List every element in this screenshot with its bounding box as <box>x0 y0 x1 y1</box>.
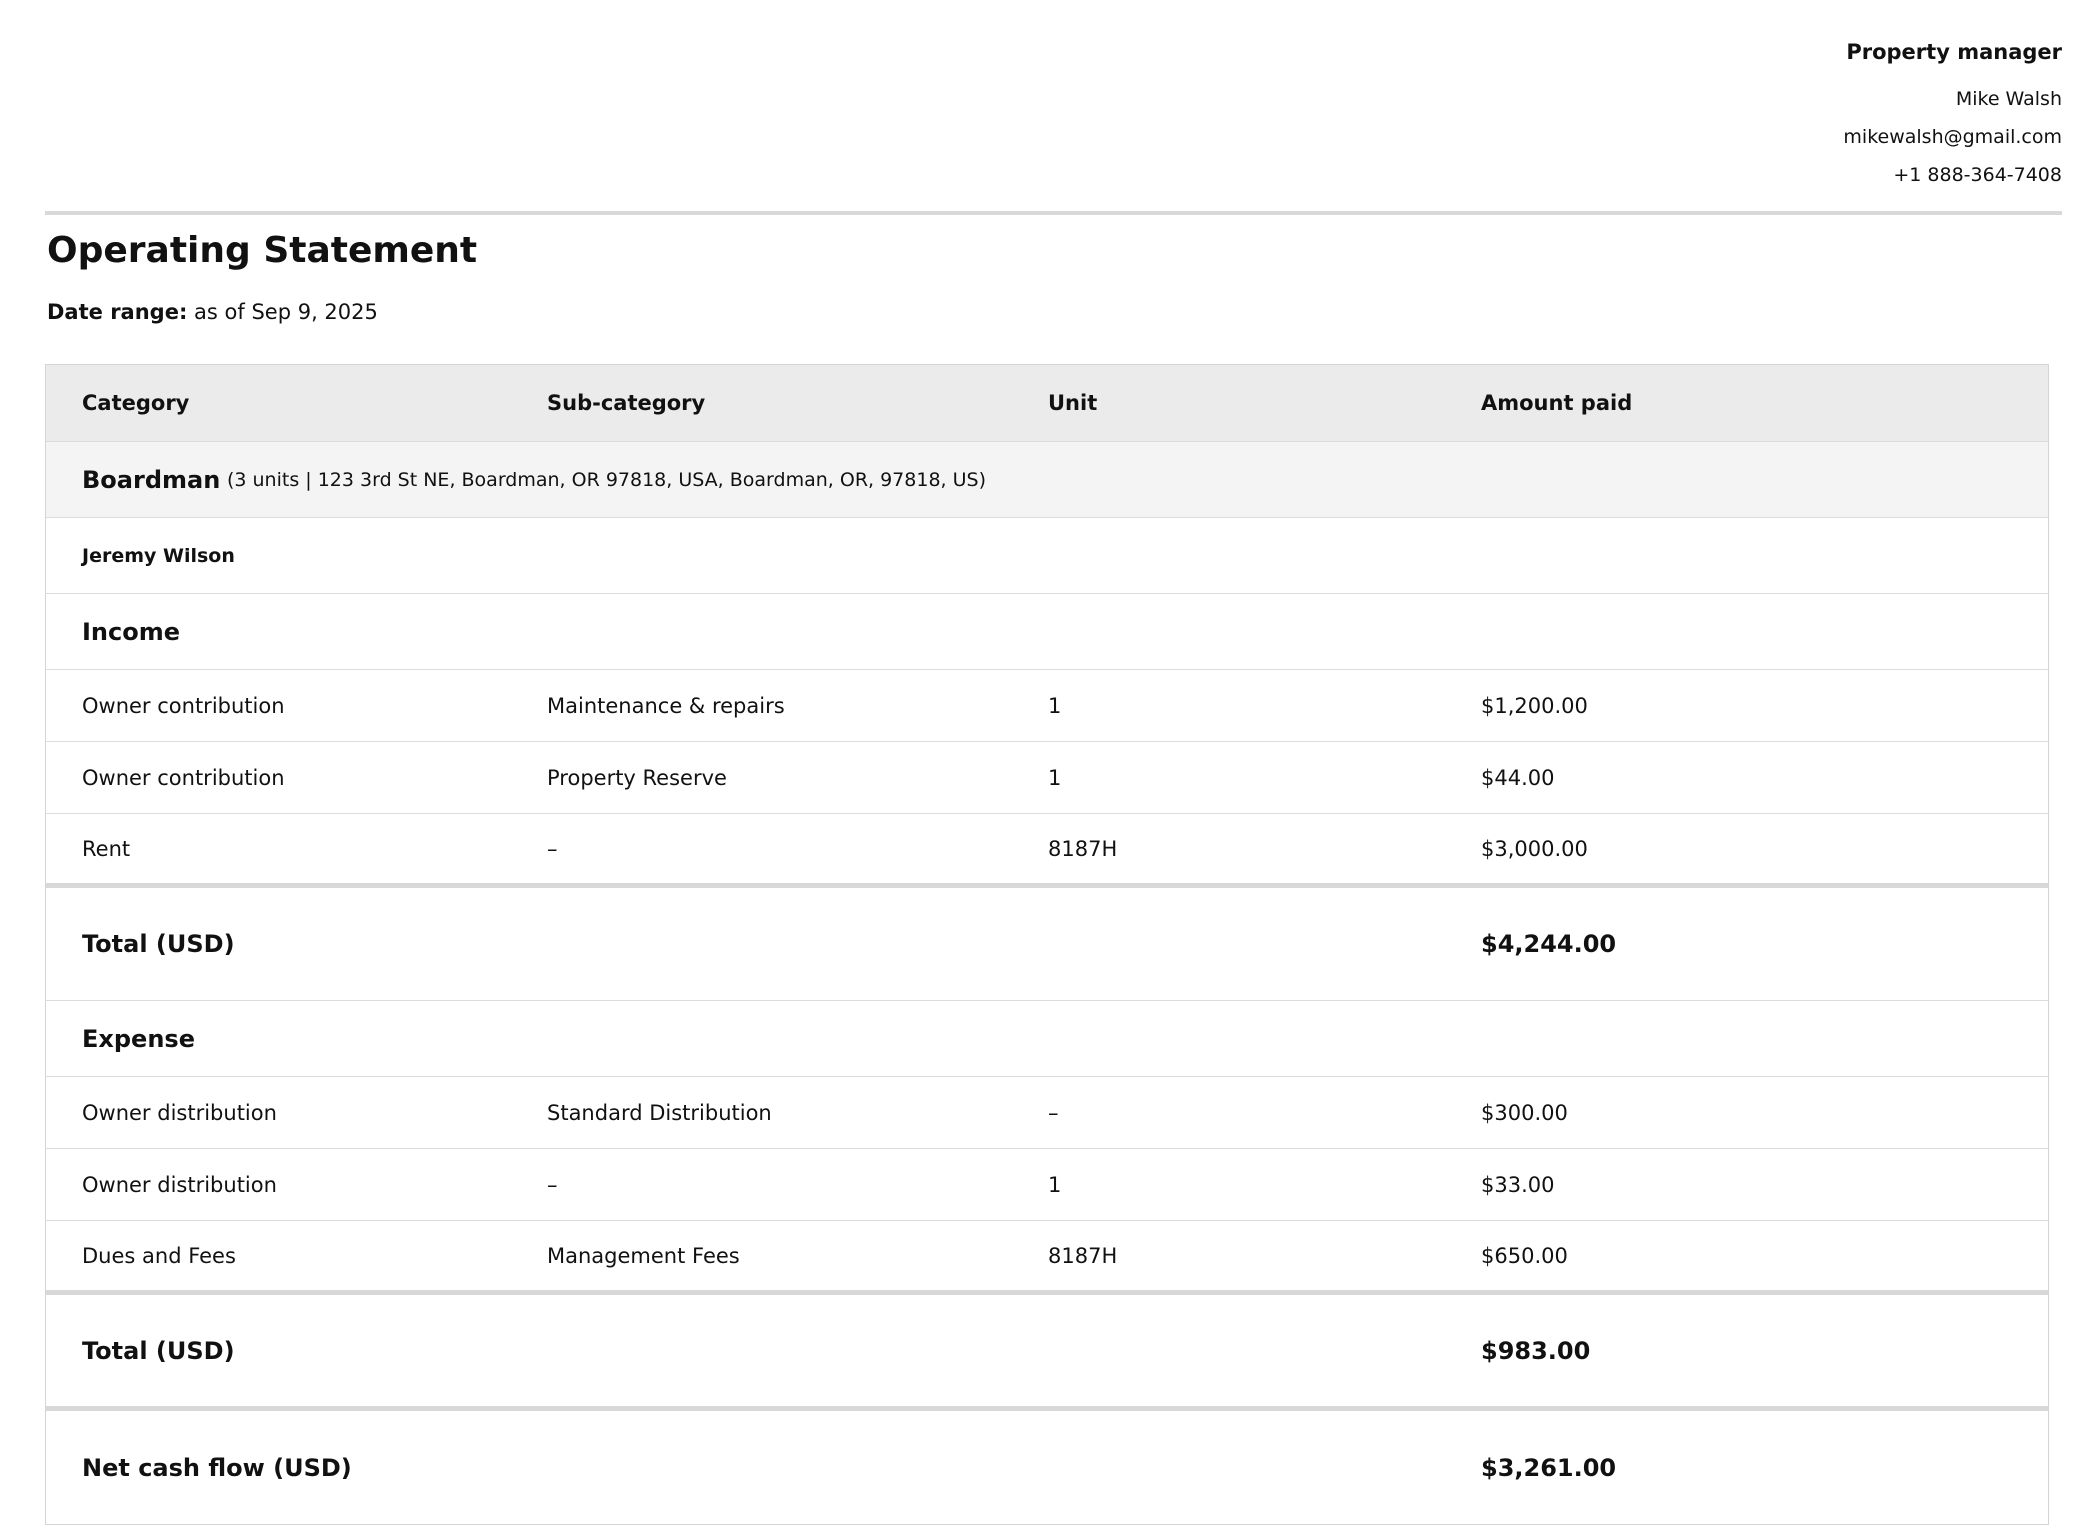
cell-subcategory: Standard Distribution <box>547 1100 772 1125</box>
owner-row: Jeremy Wilson <box>46 518 2048 594</box>
date-range: Date range: as of Sep 9, 2025 <box>47 300 378 324</box>
column-header-unit: Unit <box>1048 391 1098 415</box>
income-total-row: Total (USD) $4,244.00 <box>46 888 2048 1001</box>
expense-total-value: $983.00 <box>1481 1336 1591 1365</box>
cell-amount: $3,000.00 <box>1481 836 1588 861</box>
date-range-value: as of Sep 9, 2025 <box>194 300 378 324</box>
expense-label: Expense <box>82 1024 195 1053</box>
page-title: Operating Statement <box>47 230 478 271</box>
property-manager-email: mikewalsh@gmail.com <box>1843 126 2062 148</box>
expense-total-row: Total (USD) $983.00 <box>46 1295 2048 1411</box>
property-manager-title: Property manager <box>1846 40 2062 64</box>
cell-unit: – <box>1048 1100 1059 1125</box>
expense-section-header: Expense <box>46 1001 2048 1077</box>
cell-amount: $650.00 <box>1481 1243 1568 1268</box>
income-total-label: Total (USD) <box>82 930 235 958</box>
cell-category: Owner distribution <box>82 1172 277 1197</box>
cell-category: Owner distribution <box>82 1100 277 1125</box>
property-manager-name: Mike Walsh <box>1955 88 2062 110</box>
property-manager-phone: +1 888-364-7408 <box>1893 164 2062 186</box>
header-divider <box>45 211 2062 215</box>
expense-total-label: Total (USD) <box>82 1336 235 1365</box>
column-header-amount: Amount paid <box>1481 391 1633 415</box>
table-row: Owner contribution Maintenance & repairs… <box>46 670 2048 742</box>
cell-amount: $44.00 <box>1481 765 1555 790</box>
net-cash-flow-value: $3,261.00 <box>1481 1453 1617 1482</box>
table-row: Rent – 8187H $3,000.00 <box>46 814 2048 888</box>
income-section-header: Income <box>46 594 2048 670</box>
table-row: Owner distribution Standard Distribution… <box>46 1077 2048 1149</box>
table-row: Owner distribution – 1 $33.00 <box>46 1149 2048 1221</box>
owner-name: Jeremy Wilson <box>82 544 235 567</box>
table-header-row: Category Sub-category Unit Amount paid <box>46 365 2048 442</box>
cell-subcategory: Property Reserve <box>547 765 727 790</box>
cell-subcategory: Maintenance & repairs <box>547 693 785 718</box>
cell-category: Owner contribution <box>82 765 285 790</box>
property-manager-block: Property manager Mike Walsh mikewalsh@gm… <box>1843 40 2062 194</box>
table-row: Owner contribution Property Reserve 1 $4… <box>46 742 2048 814</box>
table-row: Dues and Fees Management Fees 8187H $650… <box>46 1221 2048 1295</box>
date-range-label: Date range: <box>47 300 188 324</box>
cell-unit: 1 <box>1048 1172 1062 1197</box>
cell-category: Owner contribution <box>82 693 285 718</box>
column-header-category: Category <box>82 391 190 415</box>
net-cash-flow-label: Net cash flow (USD) <box>82 1453 352 1482</box>
cell-amount: $300.00 <box>1481 1100 1568 1125</box>
income-total-value: $4,244.00 <box>1481 930 1617 958</box>
cell-category: Dues and Fees <box>82 1243 236 1268</box>
cell-unit: 1 <box>1048 693 1062 718</box>
cell-amount: $33.00 <box>1481 1172 1555 1197</box>
cell-subcategory: – <box>547 1172 558 1197</box>
cell-unit: 1 <box>1048 765 1062 790</box>
cell-unit: 8187H <box>1048 836 1118 861</box>
net-cash-flow-row: Net cash flow (USD) $3,261.00 <box>46 1411 2048 1524</box>
cell-unit: 8187H <box>1048 1243 1118 1268</box>
property-row: Boardman (3 units | 123 3rd St NE, Board… <box>46 442 2048 518</box>
cell-category: Rent <box>82 836 131 861</box>
income-label: Income <box>82 617 181 646</box>
column-header-subcategory: Sub-category <box>547 391 706 415</box>
cell-subcategory: – <box>547 836 558 861</box>
property-detail: (3 units | 123 3rd St NE, Boardman, OR 9… <box>226 468 986 491</box>
property-name: Boardman <box>82 465 221 494</box>
cell-amount: $1,200.00 <box>1481 693 1588 718</box>
cell-subcategory: Management Fees <box>547 1243 740 1268</box>
operating-statement-table: Category Sub-category Unit Amount paid B… <box>45 364 2049 1525</box>
